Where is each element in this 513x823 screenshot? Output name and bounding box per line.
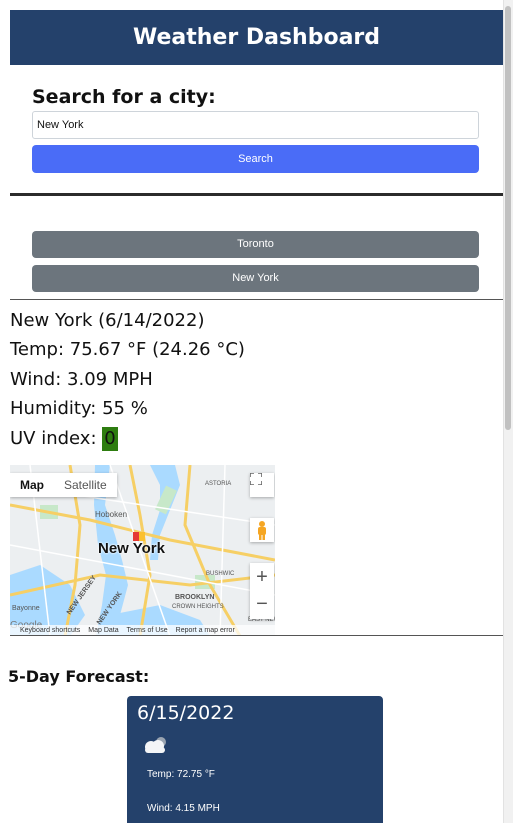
scrollbar-thumb[interactable] [505,6,511,430]
current-temp: Temp: 75.67 °F (24.26 °C) [10,339,245,360]
section-divider [10,193,503,196]
map-label-brooklyn: BROOKLYN [175,594,214,601]
search-heading: Search for a city: [32,86,216,108]
uv-index-badge: 0 [102,427,118,451]
map-label-astoria: ASTORIA [205,481,231,487]
current-city-date: New York (6/14/2022) [10,310,205,331]
current-wind: Wind: 3.09 MPH [10,369,153,390]
city-search-input[interactable] [32,111,479,139]
current-humidity: Humidity: 55 % [10,398,148,419]
map-type-satellite-tab[interactable]: Satellite [54,473,117,497]
page-title: Weather Dashboard [132,25,381,50]
zoom-control: + − [250,563,274,619]
forecast-heading: 5-Day Forecast: [8,667,150,686]
search-button[interactable]: Search [32,145,479,173]
current-uv: UV index: 0 [10,427,118,451]
map-data-link[interactable]: Map Data [88,627,118,634]
page-viewport: Weather Dashboard Search for a city: Sea… [0,0,503,823]
map-label-crown-heights: CROWN HEIGHTS [172,604,224,610]
partly-cloudy-icon [141,734,171,761]
map-label-bayonne: Bayonne [12,605,40,612]
forecast-wind: Wind: 4.15 MPH [147,803,220,814]
app-header: Weather Dashboard [10,10,503,65]
forecast-date: 6/15/2022 [137,702,235,724]
fullscreen-icon[interactable] [250,473,274,497]
map-type-control: Map Satellite [10,473,117,497]
history-button-new-york[interactable]: New York [32,265,479,292]
terms-of-use-link[interactable]: Terms of Use [126,627,167,634]
map-label-hoboken: Hoboken [95,510,127,519]
forecast-divider [10,635,503,636]
map-city-label: New York [98,540,165,557]
map-label-bushwick: BUSHWIC [206,571,235,577]
map-type-map-tab[interactable]: Map [10,473,54,497]
zoom-out-button[interactable]: − [250,591,274,619]
report-map-error-link[interactable]: Report a map error [176,627,235,634]
forecast-card: 6/15/2022 Temp: 72.75 °F Wind: 4.15 MPH [127,696,383,823]
uv-label: UV index: [10,428,103,449]
zoom-in-button[interactable]: + [250,563,274,591]
city-map[interactable]: Hoboken ASTORIA BUSHWIC BROOKLYN CROWN H… [10,465,275,636]
pegman-icon[interactable] [250,518,274,542]
keyboard-shortcuts-link[interactable]: Keyboard shortcuts [20,627,80,634]
forecast-temp: Temp: 72.75 °F [147,769,215,780]
history-button-toronto[interactable]: Toronto [32,231,479,258]
current-weather-divider [10,299,503,300]
